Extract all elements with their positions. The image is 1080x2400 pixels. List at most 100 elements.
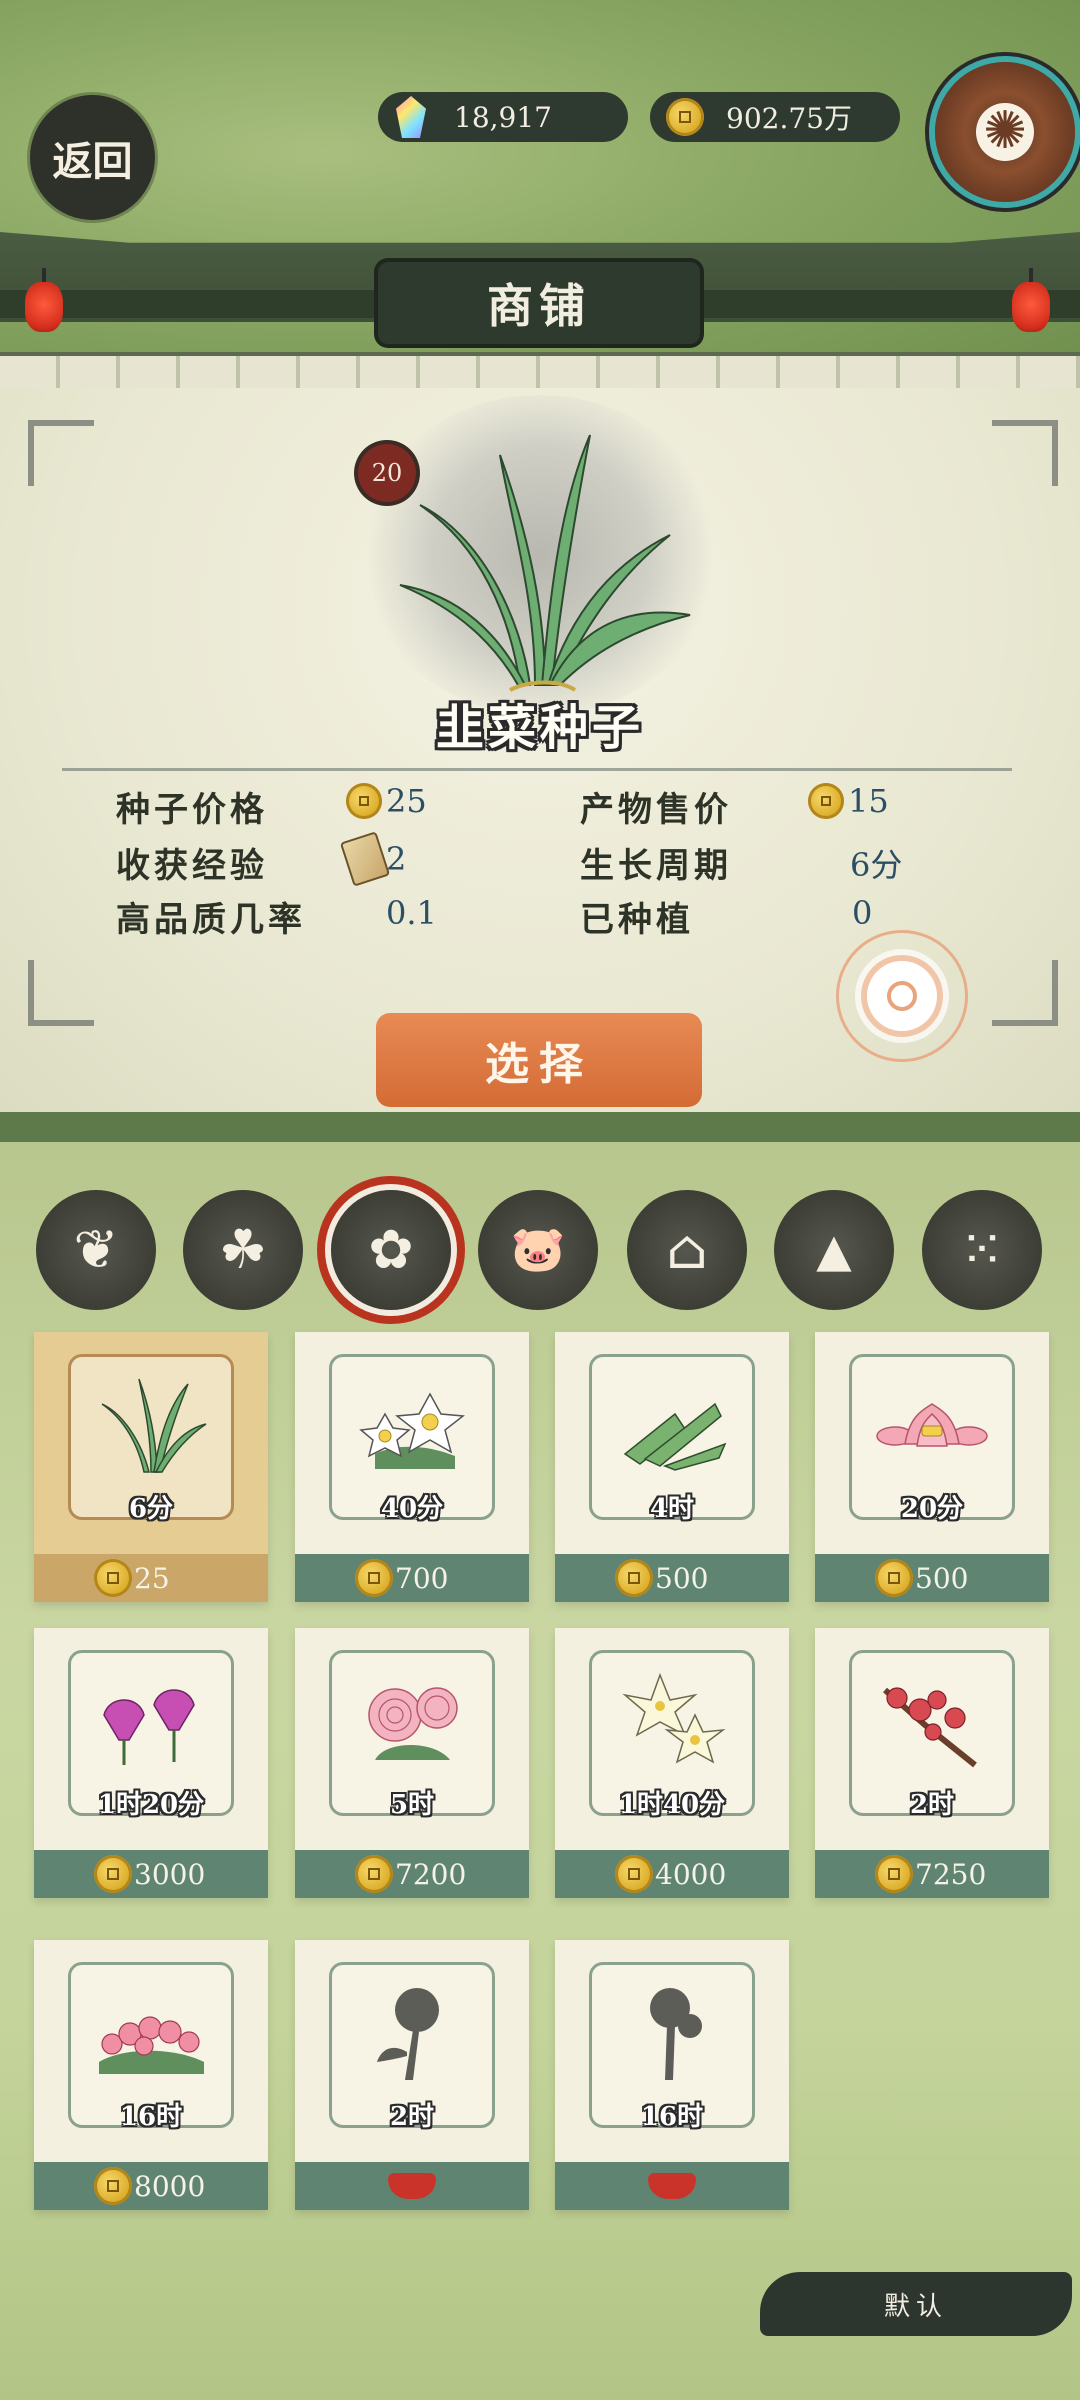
coin-icon [355, 1559, 393, 1597]
scroll-icon [339, 831, 391, 887]
seed-card[interactable]: 16时 8000 [34, 1940, 268, 2210]
category-vegetable[interactable]: ❦ [36, 1190, 156, 1310]
page-title: 商铺 [378, 262, 700, 344]
coin-icon [355, 1855, 393, 1893]
locked-bar [555, 2162, 789, 2210]
growth-time: 2时 [909, 1790, 955, 1820]
coin-icon [666, 98, 704, 136]
quality-chance-label: 高品质几率 [116, 900, 306, 940]
growth-time: 2时 [389, 2102, 435, 2132]
coin-icon [808, 783, 844, 819]
coin-icon [94, 2167, 132, 2205]
chive-icon [399, 434, 691, 692]
corner-ornament [28, 960, 94, 1026]
coin-icon [94, 1559, 132, 1597]
panel-divider [0, 1112, 1080, 1142]
growth-time: 16时 [640, 2102, 704, 2132]
daffodil-icon [359, 1392, 465, 1469]
seed-price: 8000 [134, 2169, 206, 2203]
category-pebbles[interactable]: ⁙ [922, 1190, 1042, 1310]
planted-label: 已种植 [580, 900, 694, 940]
harvest-exp-label: 收获经验 [116, 846, 268, 886]
category-livestock[interactable]: 🐷 [478, 1190, 598, 1310]
locked-bar [295, 2162, 529, 2210]
lily-icon [622, 1672, 726, 1764]
seed-price: 7200 [395, 1857, 467, 1891]
seed-card[interactable]: 5时 7200 [295, 1628, 529, 1898]
corner-ornament [992, 960, 1058, 1026]
coin-amount: 902.75万 [726, 102, 852, 135]
select-button[interactable]: 选择 [376, 1013, 702, 1107]
price-bar: 7250 [815, 1850, 1049, 1898]
coin-icon [875, 1855, 913, 1893]
locate-button[interactable] [836, 930, 968, 1062]
house-icon: ⌂ [666, 1218, 708, 1281]
growth-time: 4时 [649, 1494, 695, 1524]
peony-icon [368, 1687, 458, 1760]
growth-time: 16时 [119, 2102, 183, 2132]
seed-price: 7250 [915, 1857, 987, 1891]
plum-blossom-icon [883, 1687, 977, 1768]
rose-silhouette-icon [650, 1988, 702, 2080]
coin-icon [346, 783, 382, 819]
price-bar: 3000 [34, 1850, 268, 1898]
growth-time: 20分 [900, 1494, 964, 1524]
growth-time: 40分 [380, 1494, 444, 1524]
price-bar: 4000 [555, 1850, 789, 1898]
back-button[interactable]: 返回 [30, 95, 155, 220]
price-bar: 500 [555, 1554, 789, 1602]
category-herb[interactable]: ☘ [183, 1190, 303, 1310]
seed-price: 25 [134, 1561, 170, 1595]
product-price-label: 产物售价 [580, 790, 732, 830]
seed-card[interactable]: 2时 7250 [815, 1628, 1049, 1898]
corner-ornament [28, 420, 94, 486]
chive-icon [101, 1378, 207, 1473]
pig-icon: 🐷 [510, 1224, 566, 1275]
growth-time: 1时40分 [618, 1790, 726, 1820]
seed-price-label: 种子价格 [116, 790, 268, 830]
growth-cycle-label: 生长周期 [580, 846, 732, 886]
category-building[interactable]: ⌂ [627, 1190, 747, 1310]
quality-chance-value: 0.1 [386, 894, 437, 932]
vegetable-icon: ❦ [73, 1218, 119, 1281]
seed-card[interactable]: 1时40分 4000 [555, 1628, 789, 1898]
lock-icon [648, 2173, 696, 2199]
sort-button[interactable]: 默认 [760, 2272, 1072, 2336]
seed-price: 4000 [655, 1857, 727, 1891]
aloe-icon [623, 1402, 727, 1471]
lantern-icon [1012, 268, 1050, 332]
lantern-icon [25, 268, 63, 332]
corner-ornament [992, 420, 1058, 486]
pebbles-icon: ⁙ [959, 1218, 1005, 1281]
price-bar: 25 [34, 1554, 268, 1602]
gem-balance: 18,917 [378, 92, 628, 142]
seed-card-locked[interactable]: 16时 [555, 1940, 789, 2210]
coin-icon [94, 1855, 132, 1893]
seed-price: 700 [395, 1561, 449, 1595]
settings-button[interactable] [935, 62, 1075, 202]
growth-time: 5时 [389, 1790, 435, 1820]
category-rock[interactable]: ▲ [774, 1190, 894, 1310]
level-badge: 20 [358, 444, 416, 502]
coin-icon [615, 1559, 653, 1597]
item-image [360, 395, 720, 715]
harvest-exp-value: 2 [339, 831, 406, 887]
seed-card[interactable]: 20分 500 [815, 1332, 1049, 1602]
price-bar: 700 [295, 1554, 529, 1602]
gem-icon [396, 96, 426, 138]
category-flower[interactable]: ✿ [331, 1190, 451, 1310]
gear-icon [976, 99, 1034, 163]
seed-card[interactable]: 6分 25 [34, 1332, 268, 1602]
herb-icon: ☘ [218, 1218, 268, 1281]
seed-card[interactable]: 4时 500 [555, 1332, 789, 1602]
roof-tiles [0, 352, 1080, 392]
lotus-icon [876, 1403, 988, 1447]
seed-card[interactable]: 1时20分 3000 [34, 1628, 268, 1898]
seed-card[interactable]: 40分 700 [295, 1332, 529, 1602]
divider [62, 768, 1012, 771]
planted-value: 0 [852, 894, 873, 932]
seed-price: 500 [655, 1561, 709, 1595]
growth-time: 6分 [128, 1494, 174, 1524]
seed-card-locked[interactable]: 2时 [295, 1940, 529, 2210]
target-icon [867, 961, 937, 1031]
